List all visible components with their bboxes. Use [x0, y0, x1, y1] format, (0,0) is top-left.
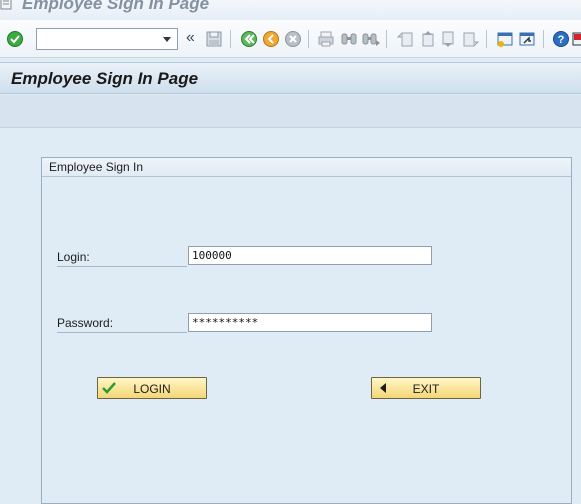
save-icon[interactable] [205, 30, 223, 48]
command-history-dropdown-icon[interactable] [160, 33, 174, 45]
login-button-label: LOGIN [133, 382, 171, 396]
password-label: Password: [57, 316, 187, 333]
toolbar-separator [308, 30, 309, 48]
help-icon[interactable]: ? [552, 30, 570, 48]
password-input[interactable] [188, 313, 432, 332]
command-field[interactable] [36, 28, 178, 50]
exit-button[interactable]: EXIT [371, 377, 481, 399]
window-menu-icon[interactable] [0, 0, 14, 12]
cancel-icon[interactable] [284, 30, 302, 48]
page-title: Employee Sign In Page [11, 69, 199, 88]
print-icon[interactable] [317, 30, 335, 48]
toolbar-separator [486, 30, 487, 48]
title-bar: Employee Sign In Page [0, 0, 581, 20]
page-header: Employee Sign In Page [0, 62, 581, 94]
enter-icon[interactable] [6, 30, 24, 48]
group-header: Employee Sign In [42, 158, 571, 177]
last-page-icon[interactable] [462, 30, 480, 48]
toolbar-separator [543, 30, 544, 48]
first-page-icon[interactable] [396, 30, 414, 48]
shortcut-icon[interactable] [518, 30, 536, 48]
application-toolbar [0, 95, 581, 128]
exit-button-label: EXIT [412, 382, 440, 396]
customize-layout-icon[interactable] [572, 30, 581, 48]
login-button[interactable]: LOGIN [97, 377, 207, 399]
previous-page-icon[interactable] [418, 30, 436, 48]
create-session-icon[interactable] [496, 30, 514, 48]
window-title: Employee Sign In Page [22, 0, 210, 13]
login-input[interactable] [188, 246, 432, 265]
employee-sign-in-group: Employee Sign In Login: Password: LOGIN … [41, 157, 572, 504]
toolbar-separator [386, 30, 387, 48]
login-label: Login: [57, 250, 187, 267]
next-page-icon[interactable] [440, 30, 458, 48]
exit-icon[interactable] [262, 30, 280, 48]
find-next-icon[interactable] [362, 30, 380, 48]
find-icon[interactable] [340, 30, 358, 48]
toolbar-separator [230, 30, 231, 48]
group-title: Employee Sign In [49, 160, 144, 174]
collapse-command-field-icon[interactable]: « [186, 29, 195, 47]
back-icon[interactable] [240, 30, 258, 48]
svg-text:?: ? [558, 34, 565, 46]
